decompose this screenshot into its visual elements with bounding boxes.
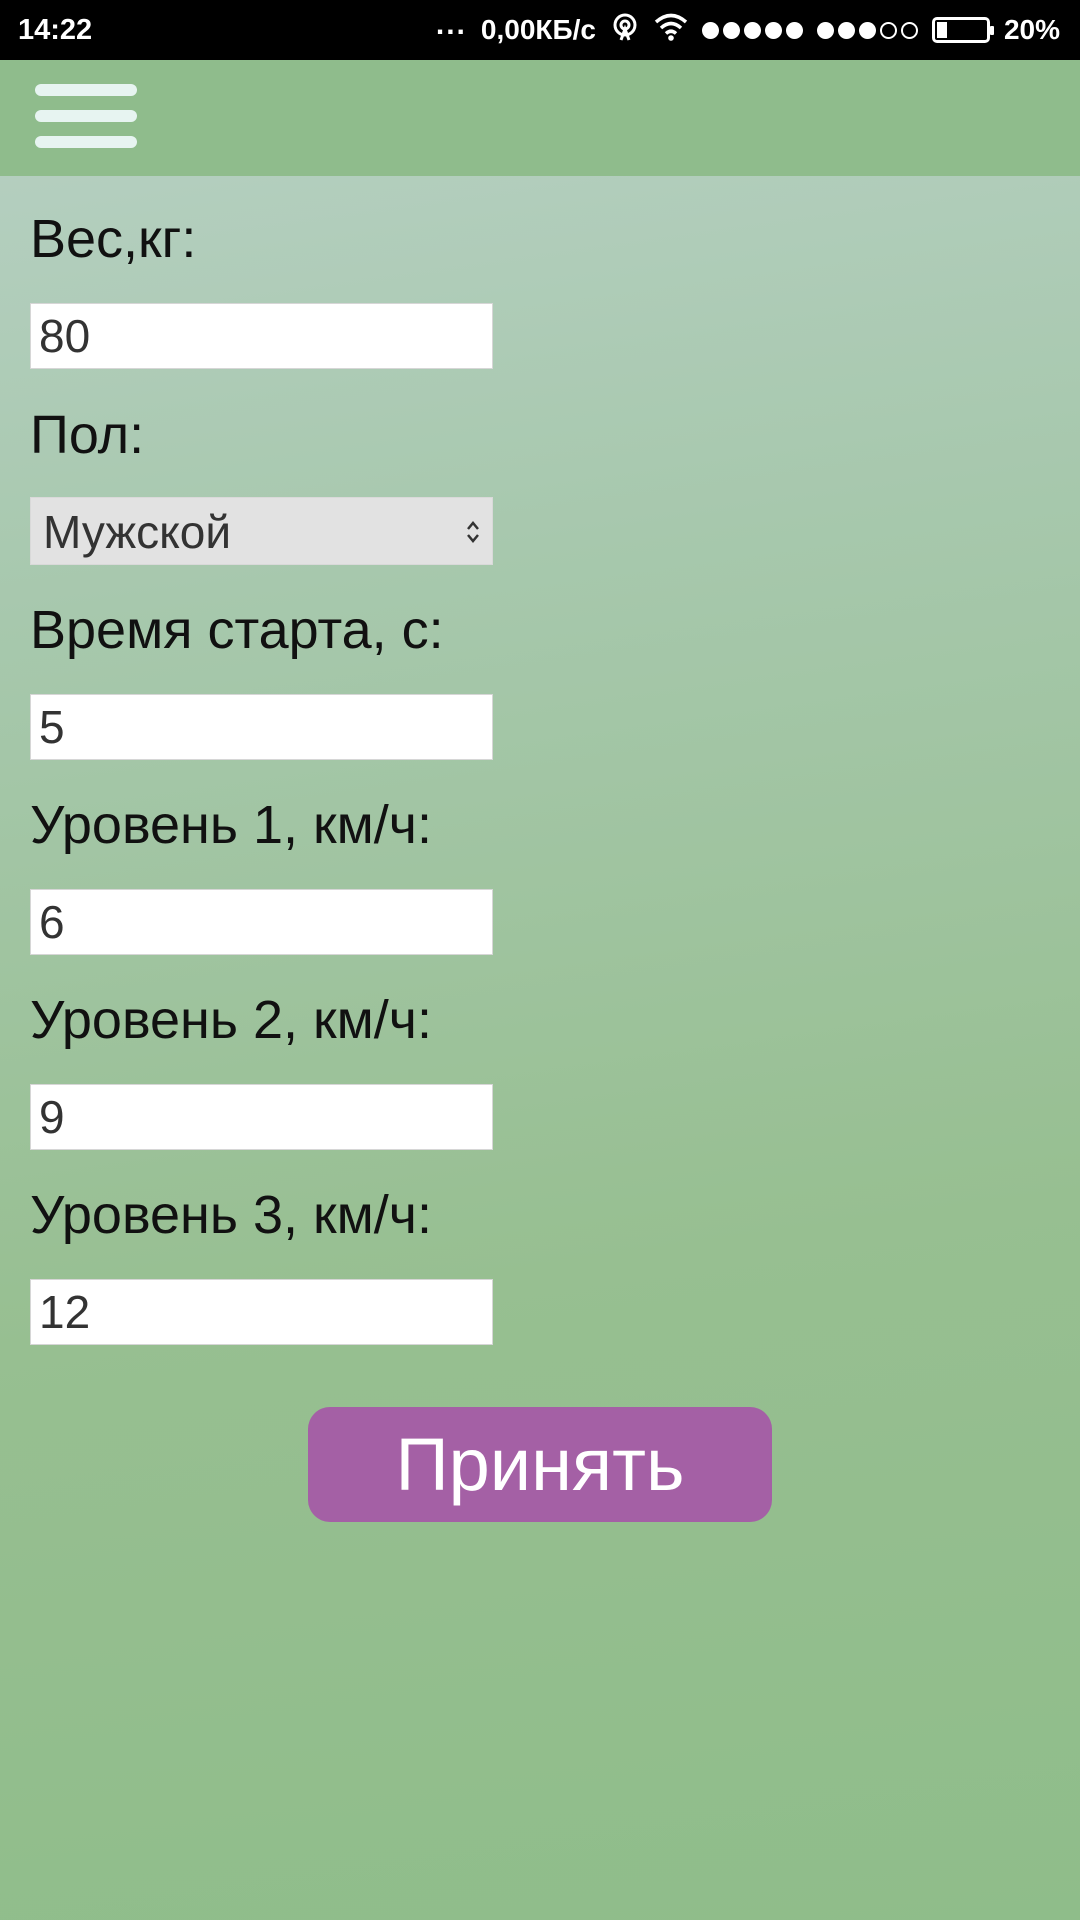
gender-label: Пол: — [30, 405, 145, 465]
start-time-input[interactable] — [30, 694, 493, 760]
start-time-label: Время старта, с: — [30, 600, 444, 660]
level1-input[interactable] — [30, 889, 493, 955]
signal-sim1-icon — [701, 21, 803, 39]
hamburger-menu-icon[interactable] — [35, 82, 139, 158]
app-bar — [0, 60, 1080, 176]
notification-overflow: ... — [435, 8, 467, 41]
level2-input[interactable] — [30, 1084, 493, 1150]
network-speed: 0,00КБ/с — [480, 14, 596, 45]
status-bar: 14:22 ... 0,00КБ/с 20% — [0, 0, 1080, 60]
weight-label: Вес,кг: — [30, 209, 197, 269]
weight-input[interactable] — [30, 303, 493, 369]
status-time: 14:22 — [18, 14, 93, 46]
level2-label: Уровень 2, км/ч: — [30, 990, 432, 1050]
battery-icon — [931, 17, 994, 43]
level3-label: Уровень 3, км/ч: — [30, 1185, 432, 1245]
wifi-icon — [654, 13, 688, 48]
hotspot-icon — [610, 12, 640, 49]
gender-select-value: Мужской — [43, 506, 232, 558]
signal-sim2-icon — [816, 21, 918, 39]
battery-level — [936, 22, 947, 38]
battery-percent: 20% — [1003, 14, 1060, 45]
submit-button[interactable]: Принять — [308, 1407, 772, 1522]
level3-input[interactable] — [30, 1279, 493, 1345]
gender-select[interactable]: Мужской — [30, 497, 493, 565]
level1-label: Уровень 1, км/ч: — [30, 795, 432, 855]
status-indicators: ... 0,00КБ/с 20% — [436, 0, 1060, 60]
select-arrows-icon — [467, 521, 479, 543]
